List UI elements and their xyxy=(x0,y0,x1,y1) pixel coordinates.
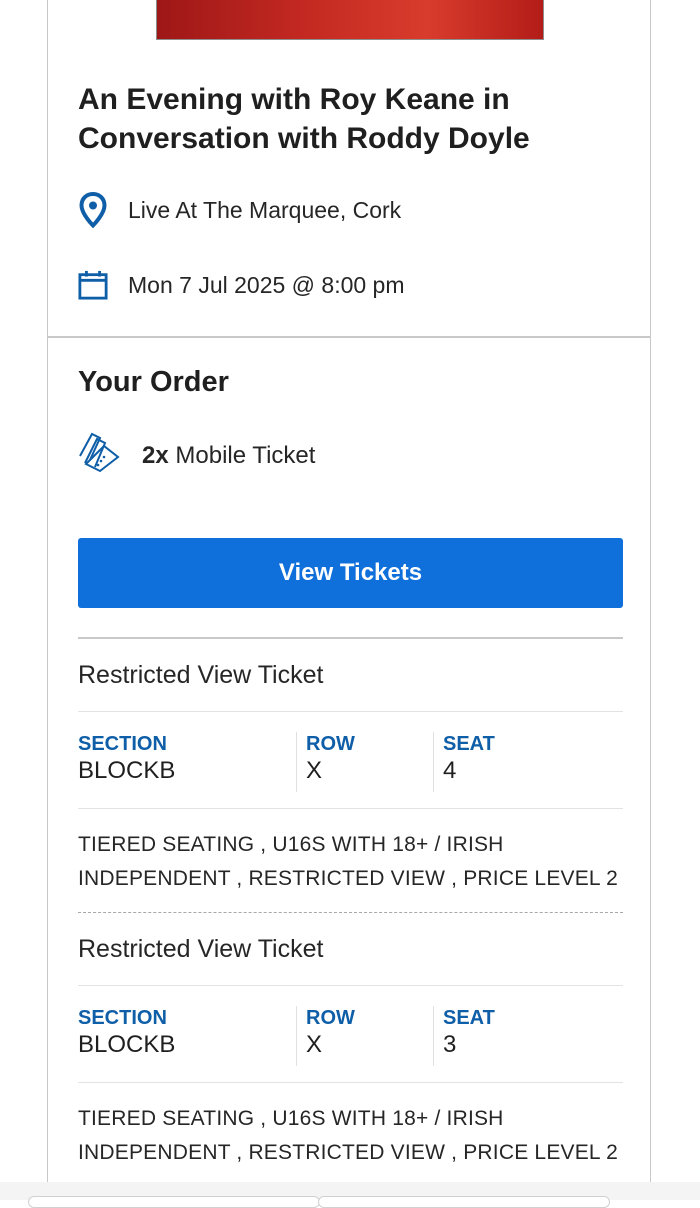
ticket-description: TIERED SEATING , U16S WITH 18+ / IRISH I… xyxy=(78,833,618,890)
section-divider xyxy=(48,336,650,338)
location-pin-icon xyxy=(78,192,108,228)
seat-column: SEAT 4 xyxy=(433,732,495,792)
section-value: BLOCKB xyxy=(78,757,176,784)
date-text: Mon 7 Jul 2025 @ 8:00 pm xyxy=(128,271,405,298)
browser-tab[interactable] xyxy=(28,1196,320,1208)
date-row: Mon 7 Jul 2025 @ 8:00 pm xyxy=(78,268,405,302)
event-card: An Evening with Roy Keane in Conversatio… xyxy=(47,0,651,1182)
ticket-type: Restricted View Ticket xyxy=(78,660,324,689)
event-image xyxy=(156,0,544,40)
tickets-icon xyxy=(76,430,124,481)
section-column: SECTION BLOCKB xyxy=(78,1006,175,1066)
view-tickets-button[interactable]: View Tickets xyxy=(78,538,623,608)
section-label: SECTION xyxy=(78,1007,167,1029)
ticket-item: Restricted View Ticket SECTION BLOCKB RO… xyxy=(78,913,623,1182)
seat-info: SECTION BLOCKB ROW X SEAT 3 xyxy=(78,986,623,1082)
event-title: An Evening with Roy Keane in Conversatio… xyxy=(78,83,530,155)
browser-tab[interactable] xyxy=(318,1196,610,1208)
order-heading: Your Order xyxy=(78,366,229,398)
seat-value: 4 xyxy=(443,757,457,784)
ticket-quantity-text: 2x Mobile Ticket xyxy=(142,442,315,470)
section-label: SECTION xyxy=(78,733,167,755)
seat-value: 3 xyxy=(443,1031,457,1058)
ticket-type: Restricted View Ticket xyxy=(78,934,324,963)
row-value: X xyxy=(306,757,323,784)
row-column: ROW X xyxy=(296,1006,355,1066)
seat-info: SECTION BLOCKB ROW X SEAT 4 xyxy=(78,712,623,808)
seat-label: SEAT xyxy=(443,1007,495,1029)
ticket-item: Restricted View Ticket SECTION BLOCKB RO… xyxy=(78,639,623,912)
ticket-description: TIERED SEATING , U16S WITH 18+ / IRISH I… xyxy=(78,1107,618,1164)
ticket-list: Restricted View Ticket SECTION BLOCKB RO… xyxy=(78,637,623,1182)
section-column: SECTION BLOCKB xyxy=(78,732,175,792)
seat-column: SEAT 3 xyxy=(433,1006,495,1066)
ticket-kind: Mobile Ticket xyxy=(175,441,316,469)
calendar-icon xyxy=(78,268,108,302)
venue-row: Live At The Marquee, Cork xyxy=(78,192,402,228)
row-label: ROW xyxy=(306,1007,355,1029)
section-value: BLOCKB xyxy=(78,1031,176,1058)
venue-text: Live At The Marquee, Cork xyxy=(128,196,402,223)
ticket-quantity-row: 2x Mobile Ticket xyxy=(76,430,315,481)
ticket-count: 2x xyxy=(142,441,169,469)
row-label: ROW xyxy=(306,733,355,755)
seat-label: SEAT xyxy=(443,733,495,755)
row-value: X xyxy=(306,1031,323,1058)
row-column: ROW X xyxy=(296,732,355,792)
